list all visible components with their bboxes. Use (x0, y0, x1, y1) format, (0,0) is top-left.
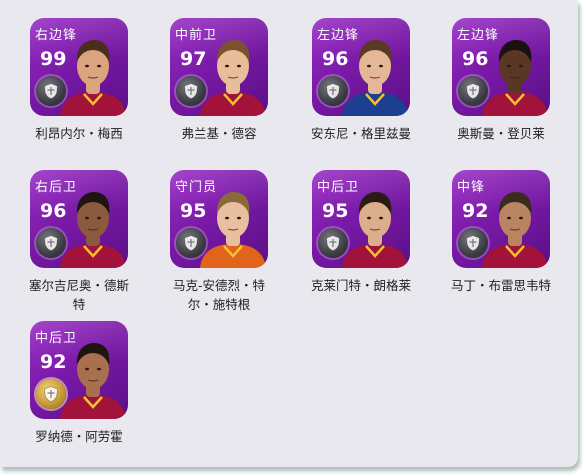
player-name: 马丁・布雷思韦特 (450, 278, 551, 293)
eye-shape (379, 216, 383, 220)
rating-value: 99 (40, 48, 67, 70)
player-tile[interactable]: 中锋 92 (452, 170, 550, 268)
rating-value: 92 (40, 351, 67, 373)
player-grid-panel: 右边锋 99 利昂内尔・梅西 中前卫 97 弗兰基・德容 左边锋 96 安东尼・… (0, 0, 578, 467)
eye-shape (507, 216, 511, 220)
position-label: 右后卫 (35, 180, 78, 195)
eye-shape (85, 367, 89, 371)
player-tile[interactable]: 左边锋 96 (452, 18, 550, 116)
player-card[interactable]: 守门员 95 马克-安德烈・特尔・施特根 (164, 170, 274, 314)
shield-emblem-icon (318, 228, 348, 258)
position-label: 中锋 (457, 180, 486, 195)
shield-emblem-icon (36, 379, 66, 409)
player-name: 利昂内尔・梅西 (35, 126, 123, 141)
player-tile[interactable]: 右边锋 99 (30, 18, 128, 116)
player-name: 安东尼・格里兹曼 (310, 126, 411, 141)
shield-emblem-icon (458, 76, 488, 106)
player-card[interactable]: 左边锋 96 安东尼・格里兹曼 (306, 18, 416, 143)
eye-shape (367, 64, 371, 68)
player-portrait (482, 192, 548, 268)
position-label: 中后卫 (35, 331, 78, 346)
player-tile[interactable]: 守门员 95 (170, 170, 268, 268)
eye-shape (519, 216, 523, 220)
player-tile[interactable]: 右后卫 96 (30, 170, 128, 268)
player-card[interactable]: 中锋 92 马丁・布雷思韦特 (446, 170, 556, 295)
eye-shape (97, 216, 101, 220)
position-label: 守门员 (175, 180, 218, 195)
player-name: 马克-安德烈・特尔・施特根 (172, 278, 265, 312)
shield-emblem-icon (176, 76, 206, 106)
eye-shape (519, 64, 523, 68)
rating-value: 95 (180, 200, 207, 222)
rating-value: 97 (180, 48, 207, 70)
rating-value: 96 (322, 48, 349, 70)
player-tile[interactable]: 中前卫 97 (170, 18, 268, 116)
eye-shape (85, 216, 89, 220)
eye-shape (237, 64, 241, 68)
player-tile[interactable]: 中后卫 92 (30, 321, 128, 419)
player-name: 塞尔吉尼奥・德斯特 (28, 278, 129, 312)
player-card[interactable]: 右边锋 99 利昂内尔・梅西 (24, 18, 134, 143)
player-tile[interactable]: 中后卫 95 (312, 170, 410, 268)
player-card[interactable]: 中后卫 92 罗纳德・阿劳霍 (24, 321, 134, 446)
shield-emblem-icon (176, 228, 206, 258)
position-label: 左边锋 (317, 28, 360, 43)
position-label: 中前卫 (175, 28, 218, 43)
player-tile[interactable]: 左边锋 96 (312, 18, 410, 116)
eye-shape (97, 367, 101, 371)
rating-value: 96 (462, 48, 489, 70)
shield-emblem-icon (318, 76, 348, 106)
player-name: 克莱门特・朗格莱 (310, 278, 411, 293)
player-card[interactable]: 左边锋 96 奥斯曼・登贝莱 (446, 18, 556, 143)
eye-shape (367, 216, 371, 220)
shield-emblem-icon (36, 228, 66, 258)
eye-shape (379, 64, 383, 68)
shield-emblem-icon (36, 76, 66, 106)
eye-shape (97, 64, 101, 68)
eye-shape (225, 64, 229, 68)
position-label: 右边锋 (35, 28, 78, 43)
rating-value: 92 (462, 200, 489, 222)
player-name: 罗纳德・阿劳霍 (35, 429, 123, 444)
eye-shape (85, 64, 89, 68)
player-name: 弗兰基・德容 (181, 126, 257, 141)
player-card[interactable]: 右后卫 96 塞尔吉尼奥・德斯特 (24, 170, 134, 314)
position-label: 中后卫 (317, 180, 360, 195)
rating-value: 96 (40, 200, 67, 222)
eye-shape (507, 64, 511, 68)
player-name: 奥斯曼・登贝莱 (457, 126, 545, 141)
player-card[interactable]: 中前卫 97 弗兰基・德容 (164, 18, 274, 143)
eye-shape (225, 216, 229, 220)
position-label: 左边锋 (457, 28, 500, 43)
shield-emblem-icon (458, 228, 488, 258)
player-card[interactable]: 中后卫 95 克莱门特・朗格莱 (306, 170, 416, 295)
rating-value: 95 (322, 200, 349, 222)
eye-shape (237, 216, 241, 220)
